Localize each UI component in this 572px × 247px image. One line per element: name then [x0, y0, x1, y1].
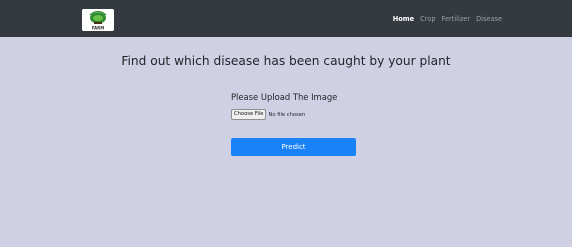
plant-logo-icon: FARM — [82, 9, 114, 31]
file-input: Choose File No file chosen — [231, 109, 305, 120]
nav-links: Home Crop Fertilizer Disease — [393, 0, 502, 37]
file-status-text: No file chosen — [268, 111, 306, 118]
svg-text:FARM: FARM — [92, 26, 104, 31]
nav-link-home[interactable]: Home — [393, 15, 414, 23]
nav-link-disease[interactable]: Disease — [476, 15, 502, 23]
choose-file-button[interactable]: Choose File — [231, 109, 267, 120]
nav-link-crop[interactable]: Crop — [420, 15, 435, 23]
navbar: FARM Home Crop Fertilizer Disease — [0, 0, 572, 37]
nav-link-fertilizer[interactable]: Fertilizer — [442, 15, 471, 23]
predict-button-label: Predict — [281, 143, 306, 151]
farm-logo[interactable]: FARM — [82, 9, 114, 31]
page-title: Find out which disease has been caught b… — [121, 54, 451, 68]
upload-label: Please Upload The Image — [231, 92, 338, 102]
predict-button[interactable]: Predict — [231, 138, 356, 156]
page: FARM Home Crop Fertilizer Disease Find o… — [0, 0, 572, 247]
main-content: Find out which disease has been caught b… — [0, 37, 572, 247]
